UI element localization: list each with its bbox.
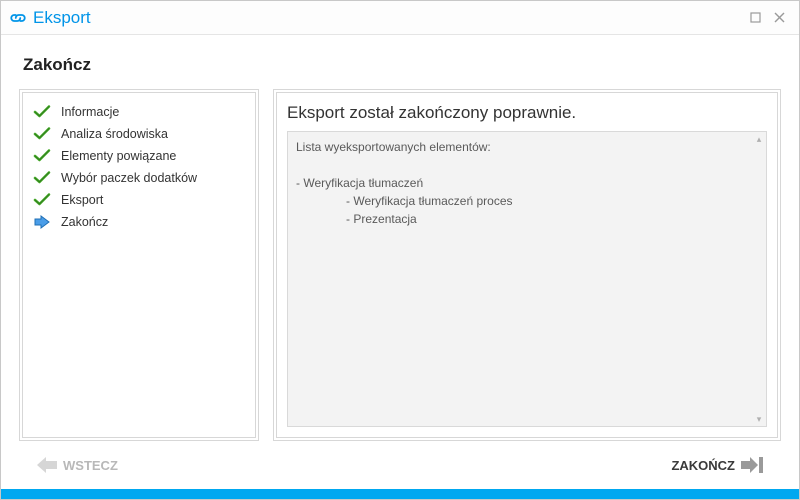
wizard-step: Analiza środowiska xyxy=(33,123,245,145)
content-area: Zakończ Informacje xyxy=(1,35,799,489)
back-button[interactable]: WSTECZ xyxy=(37,457,118,473)
scroll-down-icon[interactable]: ▾ xyxy=(752,412,766,426)
close-button[interactable] xyxy=(767,6,791,30)
arrow-end-icon xyxy=(741,457,763,473)
wizard-step: Informacje xyxy=(33,101,245,123)
check-icon xyxy=(33,169,51,187)
wizard-step-label: Zakończ xyxy=(61,215,108,229)
wizard-step-current: Zakończ xyxy=(33,211,245,233)
export-log-text: Lista wyeksportowanych elementów: - Wery… xyxy=(288,132,752,426)
link-chain-icon xyxy=(9,9,27,27)
progress-bar xyxy=(1,489,799,499)
wizard-step: Elementy powiązane xyxy=(33,145,245,167)
scrollbar[interactable]: ▴ ▾ xyxy=(752,132,766,426)
check-icon xyxy=(33,147,51,165)
panels: Informacje Analiza środowiska xyxy=(19,89,781,441)
main-heading: Eksport został zakończony poprawnie. xyxy=(287,103,767,123)
wizard-step: Wybór paczek dodatków xyxy=(33,167,245,189)
maximize-button[interactable] xyxy=(743,6,767,30)
wizard-step-label: Analiza środowiska xyxy=(61,127,168,141)
main-panel: Eksport został zakończony poprawnie. Lis… xyxy=(273,89,781,441)
wizard-steps-list: Informacje Analiza środowiska xyxy=(23,93,255,241)
check-icon xyxy=(33,191,51,209)
export-log: Lista wyeksportowanych elementów: - Wery… xyxy=(287,131,767,427)
check-icon xyxy=(33,125,51,143)
wizard-step-label: Elementy powiązane xyxy=(61,149,176,163)
arrow-left-icon xyxy=(37,457,57,473)
footer: WSTECZ ZAKOŃCZ xyxy=(19,441,781,489)
page-title: Zakończ xyxy=(23,55,777,75)
finish-button[interactable]: ZAKOŃCZ xyxy=(671,457,763,473)
wizard-step: Eksport xyxy=(33,189,245,211)
wizard-step-label: Wybór paczek dodatków xyxy=(61,171,197,185)
arrow-right-icon xyxy=(33,213,51,231)
window: Eksport Zakończ xyxy=(0,0,800,500)
window-title: Eksport xyxy=(33,8,91,28)
back-button-label: WSTECZ xyxy=(63,458,118,473)
finish-button-label: ZAKOŃCZ xyxy=(671,458,735,473)
wizard-steps-panel: Informacje Analiza środowiska xyxy=(19,89,259,441)
check-icon xyxy=(33,103,51,121)
titlebar: Eksport xyxy=(1,1,799,35)
scroll-up-icon[interactable]: ▴ xyxy=(752,132,766,146)
wizard-step-label: Eksport xyxy=(61,193,103,207)
wizard-step-label: Informacje xyxy=(61,105,119,119)
